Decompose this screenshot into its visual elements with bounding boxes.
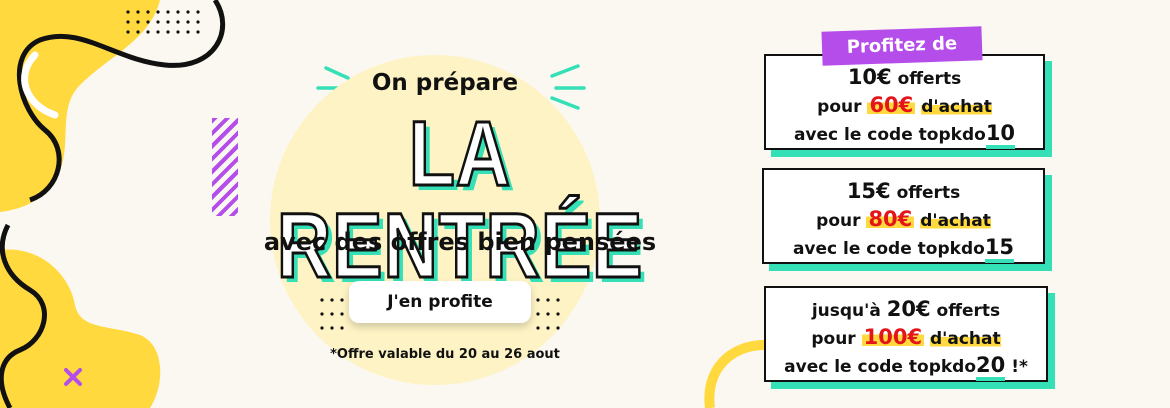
- purple-stripes: [212, 118, 238, 216]
- offer-card-15: 15€ offerts pour 80€ d'achat avec le cod…: [762, 168, 1045, 264]
- subtitle: avec des offres bien pensées: [263, 228, 657, 256]
- cta-button[interactable]: J'en profite: [349, 281, 531, 323]
- kicker-text: On prépare: [371, 70, 519, 96]
- offer-card-10: 10€ offerts pour 60€ d'achat avec le cod…: [764, 54, 1045, 150]
- offer-minimum: 80€: [866, 207, 915, 231]
- yellow-blob-top-left: [0, 0, 160, 212]
- promo-banner: On prépare LA RENTRÉE avec des offres bi…: [0, 0, 1170, 408]
- offer-amount: 15€: [846, 179, 891, 203]
- dot-row-left-icon: [320, 298, 344, 330]
- promo-code-number: 20: [976, 353, 1006, 381]
- dot-row-right-icon: [536, 298, 560, 330]
- offer-amount: 20€: [886, 297, 931, 321]
- ribbon-label: Profitez de: [821, 26, 983, 66]
- yellow-arc: [704, 340, 766, 408]
- promo-code-number: 10: [985, 121, 1016, 149]
- offer-minimum: 100€: [861, 325, 925, 349]
- offer-minimum: 60€: [867, 93, 916, 117]
- headline: LA RENTRÉE: [276, 103, 644, 297]
- offer-card-20: jusqu'à 20€ offerts pour 100€ d'achat av…: [764, 286, 1048, 382]
- promo-code-number: 15: [984, 235, 1015, 263]
- offer-amount: 10€: [847, 65, 892, 89]
- offer-footnote: *Offre valable du 20 au 26 aout: [330, 347, 560, 362]
